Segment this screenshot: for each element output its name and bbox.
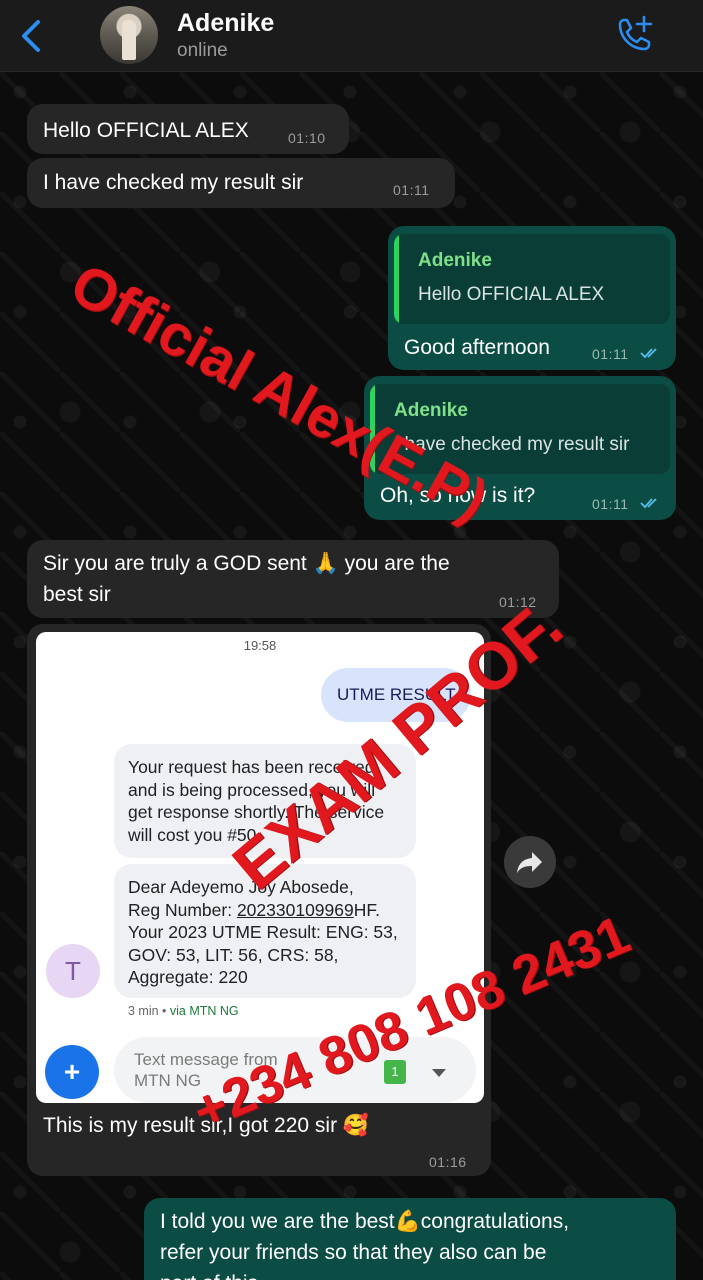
message-text-line: refer your friends so that they also can… bbox=[160, 1241, 547, 1264]
sms-input-field: Text message from MTN NG 1 bbox=[114, 1037, 476, 1103]
message-time: 01:11 bbox=[592, 496, 629, 512]
sms-input-placeholder: Text message from MTN NG bbox=[134, 1050, 278, 1090]
message-outgoing[interactable]: I told you we are the best💪congratulatio… bbox=[144, 1198, 676, 1280]
quoted-author: Adenike bbox=[394, 400, 468, 421]
sms-meta: 3 min • via MTN NG bbox=[128, 1004, 239, 1018]
forward-button[interactable] bbox=[504, 836, 556, 888]
contact-status: online bbox=[177, 40, 228, 61]
message-text-line: I told you we are the best💪congratulatio… bbox=[160, 1210, 570, 1233]
message-outgoing[interactable]: Adenike Hello OFFICIAL ALEX Good afterno… bbox=[388, 226, 676, 370]
read-receipt-icon bbox=[640, 498, 657, 509]
chat-header: Adenike online bbox=[0, 0, 703, 72]
add-call-button[interactable] bbox=[612, 14, 654, 56]
message-time: 01:10 bbox=[288, 130, 326, 146]
sms-result-scores: Your 2023 UTME Result: ENG: 53, GOV: 53,… bbox=[128, 922, 398, 987]
sms-reply-text: Your request has been received and is be… bbox=[128, 757, 385, 845]
sms-add-button: + bbox=[45, 1045, 99, 1099]
message-text-line: Sir you are truly a GOD sent 🙏 you are t… bbox=[43, 552, 450, 575]
message-time: 01:12 bbox=[499, 594, 537, 610]
sim-icon: 1 bbox=[384, 1060, 406, 1084]
quoted-author: Adenike bbox=[418, 250, 492, 271]
sms-received-bubble: Your request has been received and is be… bbox=[114, 744, 416, 858]
sms-received-bubble: Dear Adeyemo Joy Abosede, Reg Number: 20… bbox=[114, 864, 416, 998]
contact-avatar[interactable] bbox=[100, 6, 158, 64]
message-text-line: part of this bbox=[160, 1268, 258, 1280]
message-text: I have checked my result sir bbox=[43, 171, 304, 194]
quoted-message[interactable]: Adenike Hello OFFICIAL ALEX bbox=[394, 234, 670, 324]
sender-avatar: T bbox=[46, 944, 100, 998]
phone-plus-icon bbox=[618, 15, 653, 51]
message-text: Oh, so how is it? bbox=[380, 484, 536, 507]
sms-screenshot-image[interactable]: 19:58 UTME RESULT Your request has been … bbox=[36, 632, 484, 1103]
message-time: 01:11 bbox=[592, 346, 629, 362]
message-incoming[interactable]: Sir you are truly a GOD sent 🙏 you are t… bbox=[27, 540, 559, 618]
sms-status-time: 19:58 bbox=[243, 638, 277, 653]
quoted-message[interactable]: Adenike I have checked my result sir bbox=[370, 384, 670, 474]
forward-arrow-icon bbox=[517, 852, 542, 873]
message-text: Good afternoon bbox=[404, 336, 550, 359]
sms-reg-number: Reg Number: 202330109969HF. bbox=[128, 899, 380, 920]
quoted-text: I have checked my result sir bbox=[394, 434, 630, 455]
quoted-text: Hello OFFICIAL ALEX bbox=[418, 284, 605, 305]
back-button[interactable] bbox=[18, 18, 48, 54]
contact-name[interactable]: Adenike bbox=[177, 9, 274, 38]
message-text: Hello OFFICIAL ALEX bbox=[43, 119, 249, 142]
message-incoming[interactable]: I have checked my result sir 01:11 bbox=[27, 158, 455, 208]
sms-result-greeting: Dear Adeyemo Joy Abosede, bbox=[128, 877, 354, 897]
message-time: 01:16 bbox=[429, 1154, 467, 1170]
read-receipt-icon bbox=[640, 348, 657, 359]
message-outgoing[interactable]: Adenike I have checked my result sir Oh,… bbox=[364, 376, 676, 520]
image-caption: This is my result sir,I got 220 sir 🥰 bbox=[43, 1114, 370, 1137]
sms-sent-bubble: UTME RESULT bbox=[321, 668, 471, 722]
chevron-left-icon bbox=[22, 20, 40, 52]
message-incoming[interactable]: Hello OFFICIAL ALEX 01:10 bbox=[27, 104, 349, 154]
message-time: 01:11 bbox=[393, 182, 430, 198]
dropdown-caret-icon bbox=[432, 1069, 446, 1077]
message-text-line: best sir bbox=[43, 583, 111, 606]
